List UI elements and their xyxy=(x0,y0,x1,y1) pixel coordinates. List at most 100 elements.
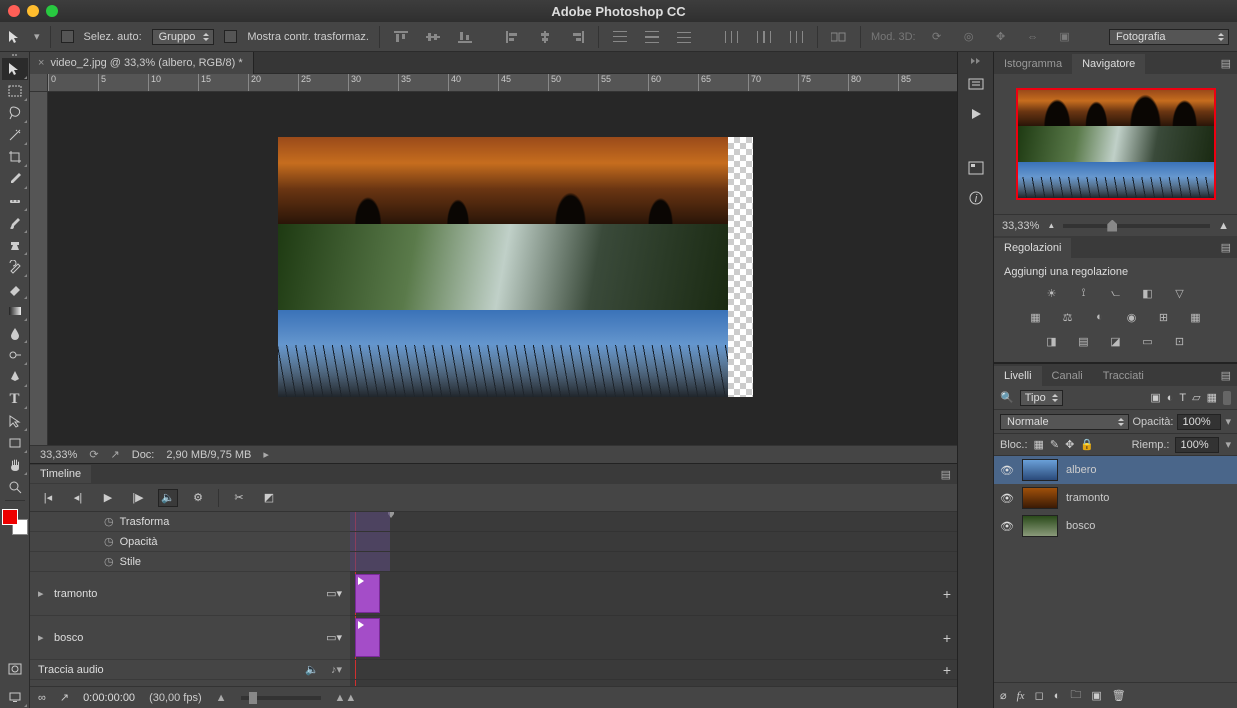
filter-type-icon[interactable]: T xyxy=(1179,392,1186,404)
layer-options-icon[interactable]: ▭▾ xyxy=(326,631,342,644)
filter-search-icon[interactable]: 🔍 xyxy=(1000,391,1014,404)
move-tool[interactable] xyxy=(2,58,28,80)
filter-kind-select[interactable]: Tipo xyxy=(1020,390,1063,406)
timeline-property-row[interactable]: ◷Trasforma xyxy=(30,512,350,532)
split-clip-button[interactable]: ✂ xyxy=(229,489,249,507)
navigator-zoom-slider[interactable] xyxy=(1063,224,1210,228)
lasso-tool[interactable] xyxy=(2,102,28,124)
timeline-menu-icon[interactable]: ▤ xyxy=(935,468,957,481)
video-clip[interactable] xyxy=(355,574,380,613)
brightness-adjustment-icon[interactable]: ☀ xyxy=(1041,284,1063,302)
rectangle-tool[interactable] xyxy=(2,432,28,454)
status-flyout-icon[interactable]: ▸ xyxy=(263,448,269,461)
timeline-property-row[interactable]: ◷Opacità xyxy=(30,532,350,552)
layer-name[interactable]: albero xyxy=(1066,464,1097,476)
layer-row[interactable]: 👁 tramonto xyxy=(994,484,1237,512)
gradient-tool[interactable] xyxy=(2,300,28,322)
timeline-audio-row[interactable]: Traccia audio🔈♪▾ xyxy=(30,660,350,680)
panel-menu-icon[interactable]: ▤ xyxy=(1215,53,1237,74)
go-to-first-frame-button[interactable]: |◂ xyxy=(38,489,58,507)
add-media-button[interactable]: + xyxy=(943,586,951,602)
timeline-layer-row[interactable]: ▸bosco▭▾ xyxy=(30,616,350,660)
audio-options-icon[interactable]: ♪▾ xyxy=(331,663,342,676)
screen-mode-toggle[interactable] xyxy=(2,686,28,708)
timeline-settings-button[interactable]: ⚙ xyxy=(188,489,208,507)
posterize-adjustment-icon[interactable]: ▤ xyxy=(1073,332,1095,350)
visibility-toggle-icon[interactable]: 👁 xyxy=(1000,464,1014,477)
stopwatch-icon[interactable]: ◷ xyxy=(104,515,114,528)
panel-menu-icon[interactable]: ▤ xyxy=(1215,365,1237,386)
timeline-layer-row[interactable]: ▸tramonto▭▾ xyxy=(30,572,350,616)
crop-tool[interactable] xyxy=(2,146,28,168)
selective-color-adjustment-icon[interactable]: ⊡ xyxy=(1169,332,1191,350)
timeline-property-row[interactable]: ◷Stile xyxy=(30,552,350,572)
add-audio-button[interactable]: + xyxy=(943,662,951,678)
tab-histogram[interactable]: Istogramma xyxy=(994,54,1072,74)
auto-align-icon[interactable] xyxy=(828,27,850,47)
zoom-level[interactable]: 33,33% xyxy=(40,449,77,461)
close-tab-icon[interactable]: × xyxy=(38,57,44,69)
path-selection-tool[interactable] xyxy=(2,410,28,432)
gradient-map-adjustment-icon[interactable]: ▭ xyxy=(1137,332,1159,350)
rotate-view-icon[interactable]: ⟳ xyxy=(89,448,98,461)
layer-mask-icon[interactable]: ◻ xyxy=(1035,689,1044,702)
distribute-hcenter-icon[interactable] xyxy=(753,27,775,47)
history-brush-tool[interactable] xyxy=(2,256,28,278)
type-tool[interactable]: T xyxy=(2,388,28,410)
align-vcenter-icon[interactable] xyxy=(422,27,444,47)
new-adjustment-layer-icon[interactable]: ◐ xyxy=(1054,690,1061,702)
audio-speaker-icon[interactable]: 🔈 xyxy=(305,663,319,676)
layer-style-icon[interactable]: fx xyxy=(1017,690,1025,702)
expand-icon[interactable]: ▸ xyxy=(38,587,48,600)
stopwatch-icon[interactable]: ◷ xyxy=(104,555,114,568)
delete-layer-icon[interactable]: 🗑 xyxy=(1112,689,1126,702)
move-tool-dropdown-icon[interactable]: ▾ xyxy=(34,30,40,43)
document-tab[interactable]: × video_2.jpg @ 33,3% (albero, RGB/8) * xyxy=(30,52,254,74)
vertical-ruler[interactable] xyxy=(30,92,48,445)
align-top-icon[interactable] xyxy=(390,27,412,47)
filter-smart-icon[interactable]: ▦ xyxy=(1207,391,1217,404)
zoom-window-button[interactable] xyxy=(46,5,58,17)
color-balance-adjustment-icon[interactable]: ⚖ xyxy=(1057,308,1079,326)
share-icon[interactable]: ↗ xyxy=(111,448,120,461)
minimize-window-button[interactable] xyxy=(27,5,39,17)
levels-adjustment-icon[interactable]: ⟟ xyxy=(1073,284,1095,302)
eyedropper-tool[interactable] xyxy=(2,168,28,190)
visibility-toggle-icon[interactable]: 👁 xyxy=(1000,520,1014,533)
distribute-right-icon[interactable] xyxy=(785,27,807,47)
blur-tool[interactable] xyxy=(2,322,28,344)
canvas-viewport[interactable] xyxy=(48,92,957,445)
vibrance-adjustment-icon[interactable]: ▽ xyxy=(1169,284,1191,302)
ruler-origin[interactable] xyxy=(30,74,48,92)
layer-row[interactable]: 👁 albero xyxy=(994,456,1237,484)
lock-position-icon[interactable]: ✥ xyxy=(1065,438,1074,451)
filter-toggle[interactable] xyxy=(1223,391,1231,405)
exposure-adjustment-icon[interactable]: ◧ xyxy=(1137,284,1159,302)
stopwatch-icon[interactable]: ◷ xyxy=(104,535,114,548)
opacity-scrub-icon[interactable]: ▾ xyxy=(1225,415,1231,428)
threshold-adjustment-icon[interactable]: ◪ xyxy=(1105,332,1127,350)
navigator-zoom-value[interactable]: 33,33% xyxy=(1002,220,1039,232)
quick-mask-toggle[interactable] xyxy=(2,658,28,680)
tab-paths[interactable]: Tracciati xyxy=(1093,366,1154,386)
align-right-icon[interactable] xyxy=(566,27,588,47)
magic-wand-tool[interactable] xyxy=(2,124,28,146)
properties-panel-icon[interactable] xyxy=(964,158,988,178)
layer-thumbnail[interactable] xyxy=(1022,487,1058,509)
timeline-tab[interactable]: Timeline xyxy=(30,465,91,483)
zoom-out-icon[interactable]: ▲ xyxy=(1047,221,1055,230)
add-media-button[interactable]: + xyxy=(943,630,951,646)
zoom-in-timeline-icon[interactable]: ▲▲ xyxy=(335,692,357,704)
move-tool-icon[interactable] xyxy=(8,30,24,44)
layer-name[interactable]: tramonto xyxy=(1066,492,1109,504)
channel-mixer-adjustment-icon[interactable]: ⊞ xyxy=(1153,308,1175,326)
brush-tool[interactable] xyxy=(2,212,28,234)
timeline-tracks[interactable]: + + + xyxy=(350,512,957,686)
video-clip[interactable] xyxy=(355,618,380,657)
layer-options-icon[interactable]: ▭▾ xyxy=(326,587,342,600)
tab-layers[interactable]: Livelli xyxy=(994,366,1042,386)
fill-input[interactable]: 100% xyxy=(1175,437,1219,453)
distribute-left-icon[interactable] xyxy=(721,27,743,47)
link-layers-icon[interactable]: ⌀ xyxy=(1000,689,1007,702)
play-panel-icon[interactable] xyxy=(964,104,988,124)
